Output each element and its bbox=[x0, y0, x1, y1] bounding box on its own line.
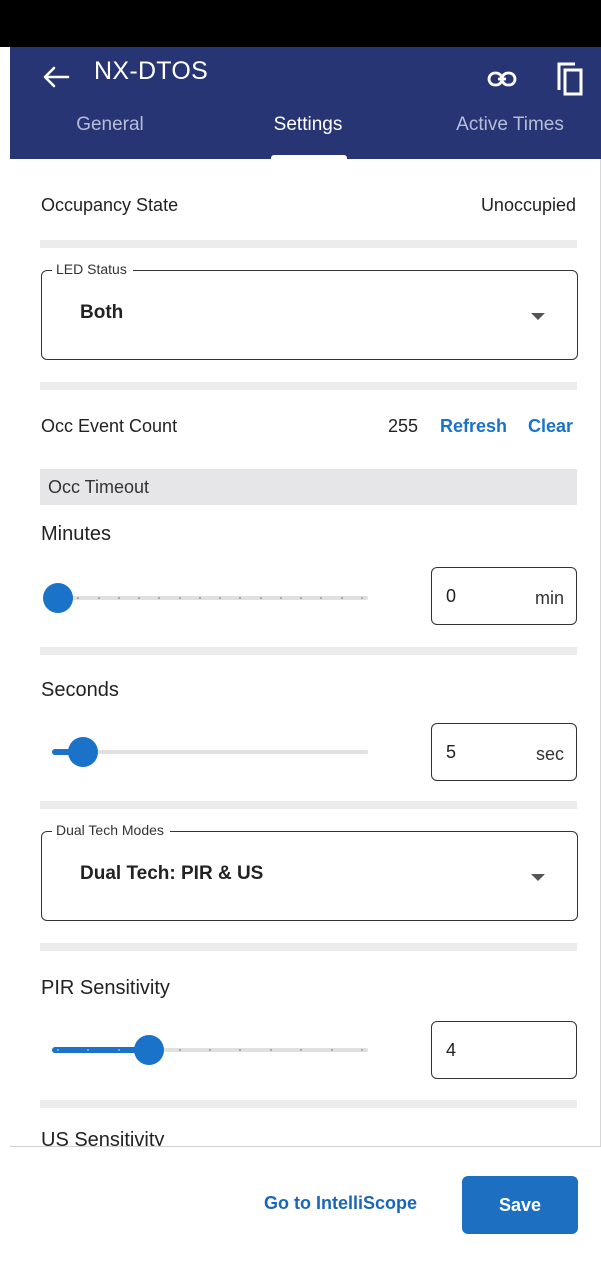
slider-thumb[interactable] bbox=[68, 737, 99, 767]
copy-button[interactable] bbox=[550, 57, 590, 101]
caret-down-icon bbox=[531, 874, 545, 881]
clear-button[interactable]: Clear bbox=[528, 416, 573, 437]
divider bbox=[40, 801, 577, 809]
slider-tick bbox=[340, 597, 343, 599]
tab-settings[interactable]: Settings bbox=[248, 109, 368, 159]
dual-tech-modes-legend: Dual Tech Modes bbox=[52, 822, 170, 838]
slider-tick bbox=[269, 1049, 272, 1051]
slider-track bbox=[52, 750, 368, 754]
minutes-value: 0 bbox=[446, 586, 457, 606]
occupancy-state-label: Occupancy State bbox=[41, 195, 179, 215]
divider bbox=[40, 240, 577, 248]
app-header: NX-DTOS General Settings Active Times bbox=[10, 47, 601, 159]
tab-general[interactable]: General bbox=[50, 109, 170, 159]
dual-tech-modes-select[interactable]: Dual Tech Modes Dual Tech: PIR & US bbox=[41, 822, 578, 921]
link-icon bbox=[487, 71, 517, 87]
slider-tick bbox=[117, 597, 120, 599]
slider-tick bbox=[259, 597, 262, 599]
slider-tick bbox=[330, 1049, 333, 1051]
us-sensitivity-label: US Sensitivity bbox=[41, 1129, 165, 1146]
slider-tick bbox=[97, 597, 100, 599]
slider-tick bbox=[198, 597, 201, 599]
occ-event-count-label: Occ Event Count bbox=[41, 416, 178, 436]
slider-tick bbox=[209, 1049, 211, 1051]
tab-bar: General Settings Active Times bbox=[10, 109, 601, 159]
page-title: NX-DTOS bbox=[94, 57, 209, 85]
slider-tick bbox=[178, 1049, 181, 1051]
caret-down-icon bbox=[531, 313, 545, 320]
slider-tick bbox=[361, 1049, 363, 1051]
divider bbox=[40, 647, 577, 655]
slider-tick bbox=[279, 597, 282, 599]
seconds-unit: sec bbox=[535, 744, 564, 764]
back-button[interactable] bbox=[36, 57, 76, 97]
seconds-slider[interactable] bbox=[52, 737, 370, 767]
copy-icon bbox=[557, 62, 583, 96]
tab-active-times[interactable]: Active Times bbox=[430, 109, 590, 159]
led-status-legend: LED Status bbox=[52, 261, 133, 277]
slider-tick bbox=[117, 1049, 120, 1051]
slider-thumb[interactable] bbox=[43, 583, 73, 613]
led-status-value: Both bbox=[80, 302, 124, 323]
seconds-label: Seconds bbox=[41, 679, 119, 701]
slider-tick bbox=[57, 1049, 59, 1051]
slider-thumb[interactable] bbox=[134, 1035, 165, 1065]
settings-content: Occupancy State Unoccupied LED Status Bo… bbox=[10, 159, 601, 1146]
status-bar bbox=[0, 0, 601, 47]
refresh-button[interactable]: Refresh bbox=[440, 416, 507, 437]
minutes-unit: min bbox=[534, 588, 564, 608]
slider-tick bbox=[361, 597, 363, 599]
minutes-label: Minutes bbox=[41, 523, 112, 545]
pir-sensitivity-label: PIR Sensitivity bbox=[41, 977, 170, 999]
bottom-action-bar: Go to IntelliScope Save bbox=[10, 1146, 601, 1272]
divider bbox=[40, 943, 577, 951]
link-button[interactable] bbox=[480, 59, 524, 99]
go-to-intelliscope-button[interactable]: Go to IntelliScope bbox=[264, 1193, 417, 1214]
minutes-slider[interactable] bbox=[43, 583, 370, 613]
occ-timeout-label: Occ Timeout bbox=[48, 477, 150, 497]
divider bbox=[40, 382, 577, 390]
occ-event-count-value: 255 bbox=[388, 416, 419, 436]
slider-tick bbox=[178, 597, 181, 599]
divider bbox=[40, 1100, 577, 1108]
seconds-input[interactable]: 5 sec bbox=[431, 723, 577, 781]
pir-sensitivity-input[interactable]: 4 bbox=[431, 1021, 577, 1079]
occ-timeout-section-header: Occ Timeout bbox=[40, 469, 577, 505]
minutes-input[interactable]: 0 min bbox=[431, 567, 577, 625]
led-status-select[interactable]: LED Status Both bbox=[41, 261, 578, 360]
seconds-value: 5 bbox=[446, 742, 457, 762]
pir-sensitivity-slider[interactable] bbox=[52, 1035, 370, 1065]
save-button[interactable]: Save bbox=[462, 1176, 578, 1234]
pir-sensitivity-value: 4 bbox=[446, 1040, 457, 1060]
occupancy-state-value: Unoccupied bbox=[480, 195, 576, 215]
dual-tech-modes-value: Dual Tech: PIR & US bbox=[80, 863, 264, 884]
arrow-left-icon bbox=[43, 66, 70, 88]
